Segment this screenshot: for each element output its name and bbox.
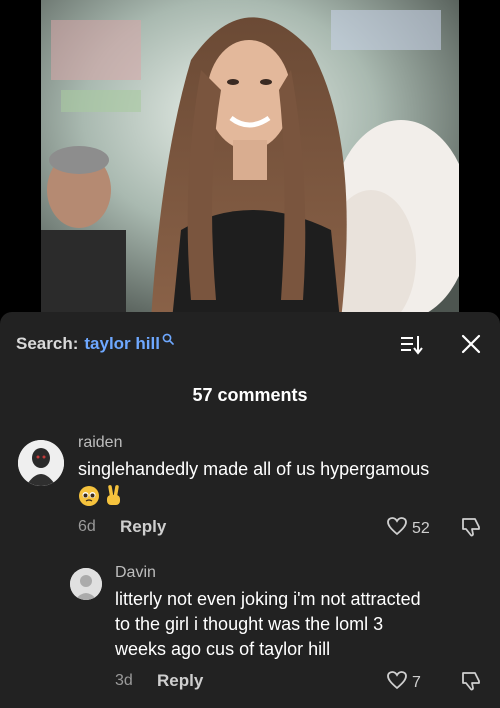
reply-button[interactable]: Reply [157, 671, 203, 691]
comment-text: singlehandedly made all of us hypergamou… [78, 459, 430, 479]
like-button[interactable]: 52 [386, 516, 430, 541]
video-frame-image [41, 0, 459, 330]
comment-timestamp: 3d [115, 672, 133, 689]
search-icon [162, 330, 174, 350]
like-button[interactable]: 7 [386, 670, 421, 695]
heart-icon [386, 516, 408, 541]
reply-button[interactable]: Reply [120, 517, 166, 537]
search-term-link[interactable]: taylor hill [84, 334, 160, 354]
sort-icon[interactable] [398, 332, 424, 358]
comment-item: raiden singlehandedly made all of us hyp… [0, 430, 500, 540]
avatar-placeholder-icon[interactable] [70, 568, 102, 600]
comment-emoji [78, 484, 124, 510]
video-player[interactable] [0, 0, 500, 330]
like-count: 7 [412, 673, 421, 691]
photo-illustration [41, 0, 459, 330]
search-prefix-label: Search: [16, 334, 79, 353]
like-count: 52 [412, 519, 430, 537]
pleading-face-icon [78, 485, 100, 512]
comments-sheet: Search: taylor hill 57 comments raiden s… [0, 312, 500, 708]
heart-icon [386, 670, 408, 695]
victory-hand-icon [104, 484, 124, 513]
comments-count: 57 comments [192, 385, 308, 405]
comment-username[interactable]: Davin [115, 564, 156, 582]
dislike-icon[interactable] [460, 670, 482, 697]
search-suggestion[interactable]: Search: taylor hill [16, 332, 174, 356]
comment-text-line-1: litterly not even joking i'm not attract… [115, 589, 421, 609]
reply-comment-item: Davin litterly not even joking i'm not a… [0, 560, 500, 708]
avatar[interactable] [18, 440, 64, 486]
close-icon[interactable] [459, 332, 483, 356]
comment-timestamp: 6d [78, 518, 96, 535]
dislike-icon[interactable] [460, 516, 482, 543]
comment-text-line-3: weeks ago cus of taylor hill [115, 639, 331, 659]
comment-username[interactable]: raiden [78, 434, 122, 452]
comment-text-line-2: to the girl i thought was the loml 3 [115, 614, 384, 634]
